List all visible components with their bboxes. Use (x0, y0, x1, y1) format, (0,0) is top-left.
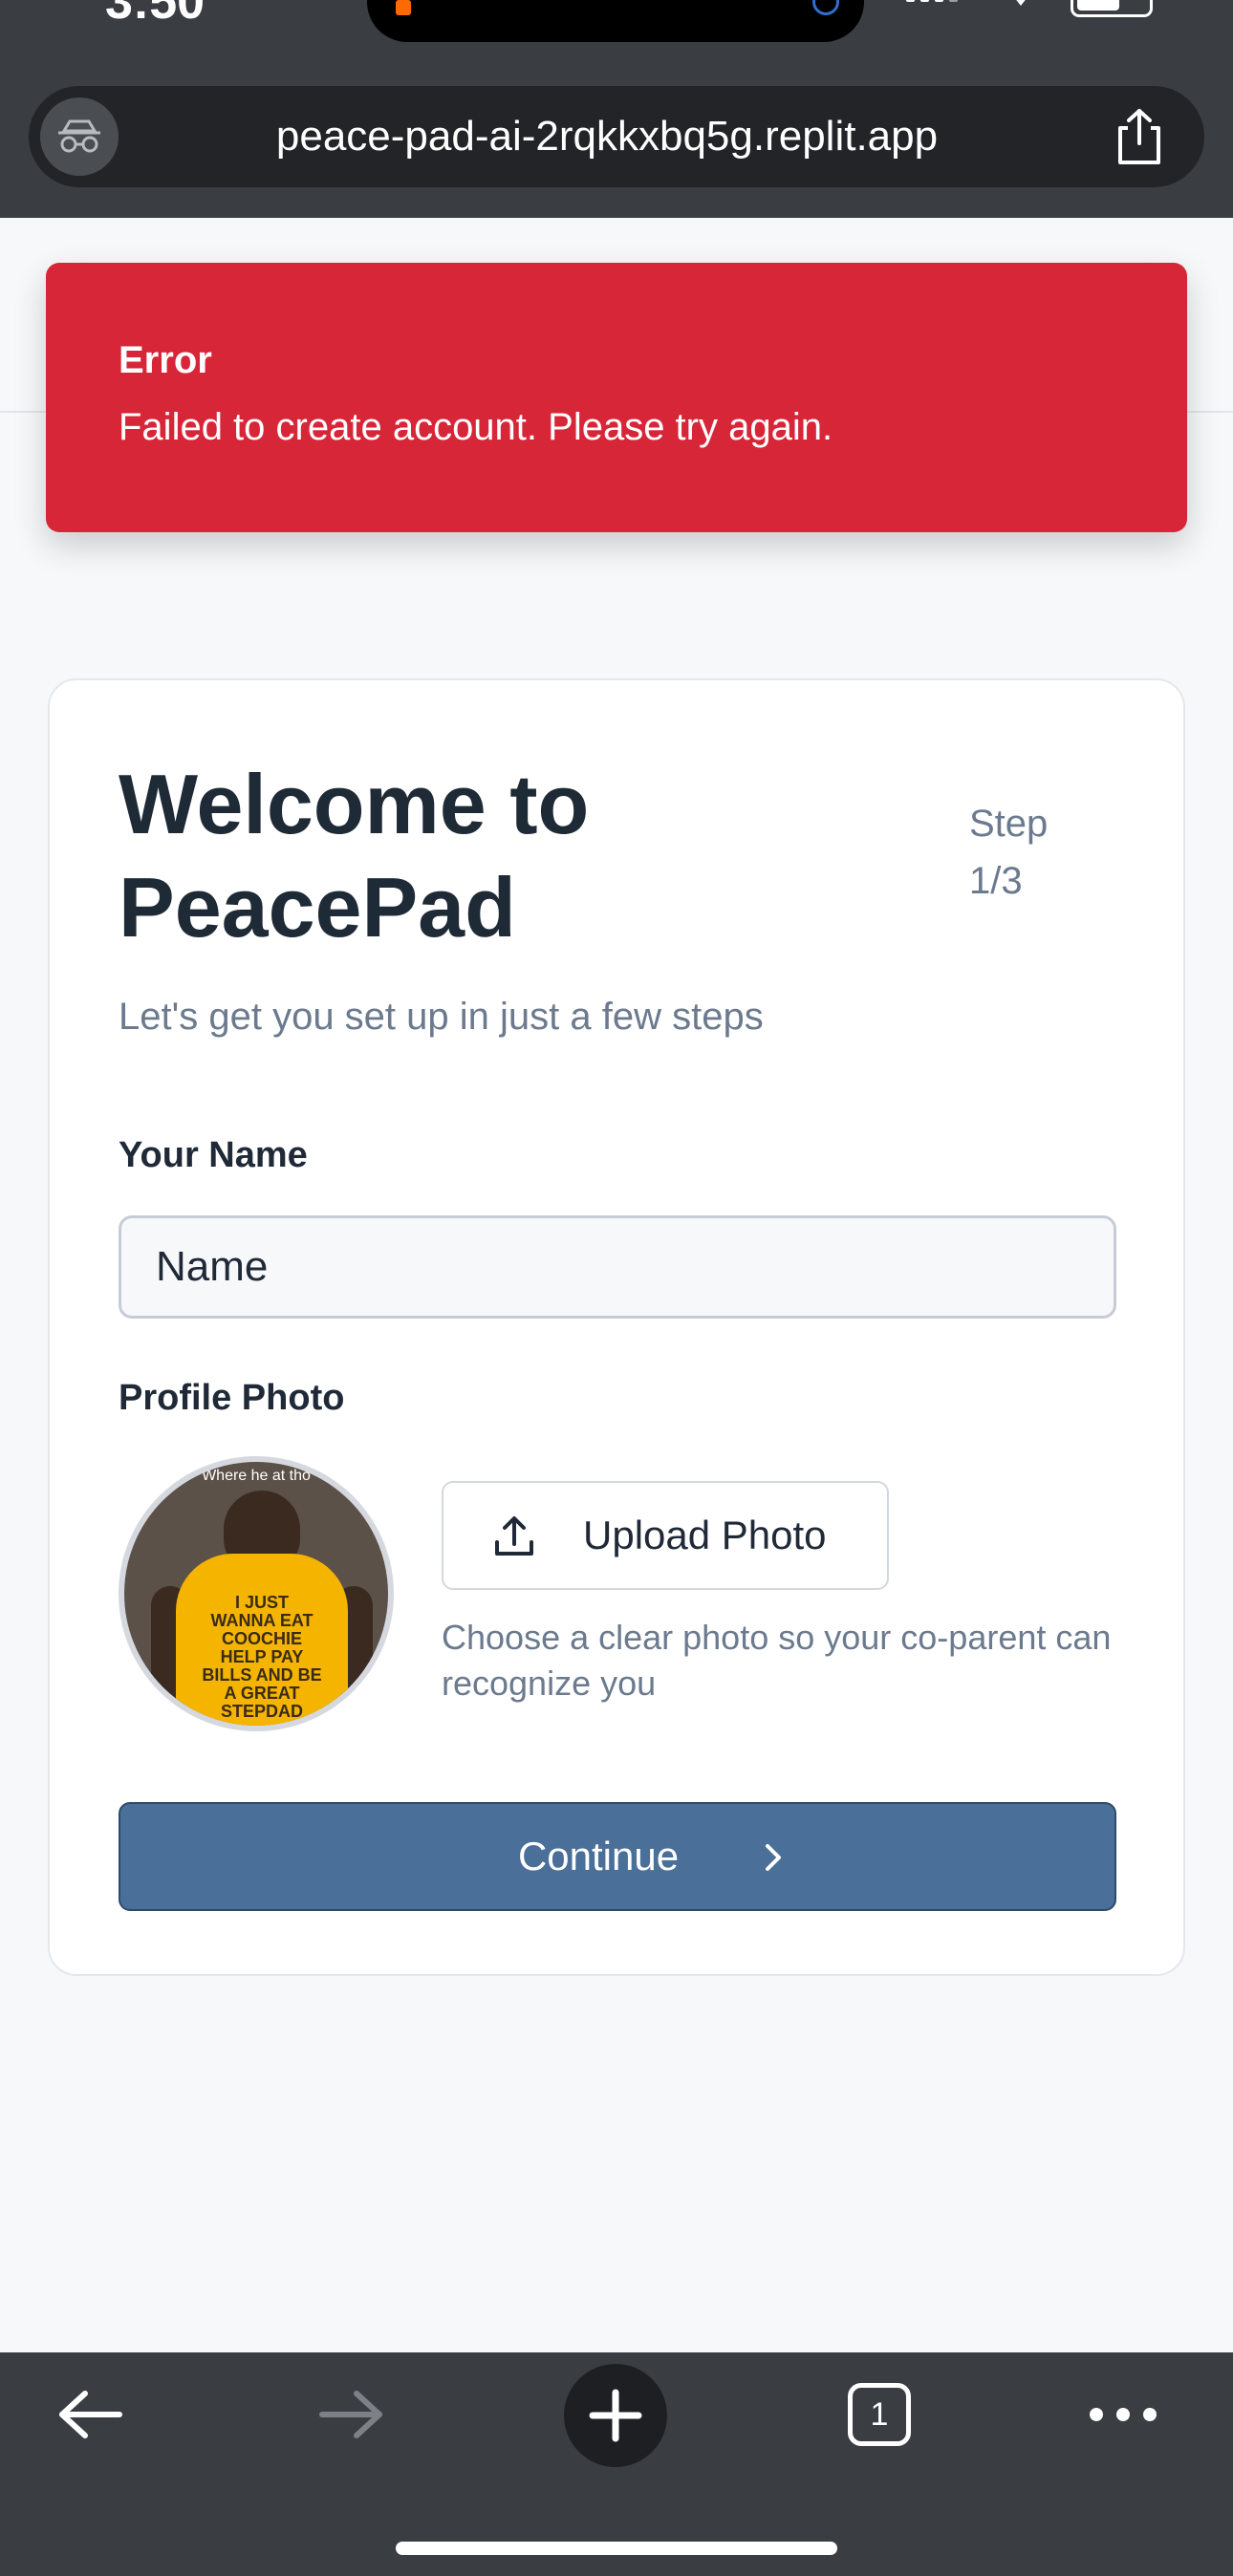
avatar-shirt-text: I JUST WANNA EAT COOCHIE HELP PAY BILLS … (202, 1593, 322, 1721)
photo-hint: Choose a clear photo so your co-parent c… (442, 1618, 1112, 1703)
upload-photo-label: Upload Photo (583, 1513, 827, 1557)
page-subtitle: Let's get you set up in just a few steps (119, 996, 764, 1038)
address-bar[interactable]: peace-pad-ai-2rqkkxbq5g.replit.app (29, 86, 1204, 187)
step-indicator: Step 1/3 (969, 803, 1049, 902)
plus-icon (589, 2389, 642, 2442)
browser-top-chrome: 3:50 peace-pad-ai-2rqkkxbq5g.replit.app (0, 0, 1233, 218)
avatar: Where he at tho I JUST WANNA EAT COOCHIE… (119, 1456, 394, 1731)
back-arrow-icon[interactable] (48, 2352, 134, 2477)
home-indicator (396, 2542, 837, 2555)
status-time: 3:50 (105, 0, 206, 30)
continue-button[interactable]: Continue (119, 1802, 1116, 1911)
upload-photo-button[interactable]: Upload Photo (442, 1481, 889, 1590)
tabs-button[interactable]: 1 (832, 2352, 927, 2477)
new-tab-button[interactable] (564, 2364, 667, 2467)
name-label: Your Name (119, 1135, 308, 1175)
name-input[interactable] (119, 1215, 1116, 1319)
avatar-caption: Where he at tho (202, 1468, 311, 1484)
share-icon[interactable] (1111, 107, 1168, 166)
cellular-signal-icon (906, 0, 958, 2)
profile-photo-label: Profile Photo (119, 1378, 345, 1418)
upload-icon (491, 1513, 537, 1559)
error-message: Failed to create account. Please try aga… (119, 406, 833, 448)
continue-label: Continue (517, 1834, 680, 1878)
tab-count: 1 (848, 2383, 911, 2446)
more-icon[interactable] (1080, 2352, 1166, 2477)
forward-arrow-icon[interactable] (308, 2352, 394, 2477)
onboarding-card: Welcome to PeacePad Step 1/3 Let's get y… (48, 678, 1185, 1976)
url-text[interactable]: peace-pad-ai-2rqkkxbq5g.replit.app (143, 86, 1071, 187)
page-title: Welcome to PeacePad (119, 757, 590, 955)
dynamic-island (367, 0, 864, 42)
error-title: Error (119, 339, 212, 381)
battery-icon (1071, 0, 1153, 17)
incognito-icon[interactable] (40, 97, 119, 176)
activity-ring-icon (812, 0, 839, 15)
error-toast[interactable]: Error Failed to create account. Please t… (46, 263, 1187, 532)
status-bar: 3:50 (0, 0, 1233, 67)
wifi-icon (1007, 0, 1034, 6)
chevron-right-icon (759, 1840, 788, 1875)
recording-indicator-icon (396, 0, 411, 15)
